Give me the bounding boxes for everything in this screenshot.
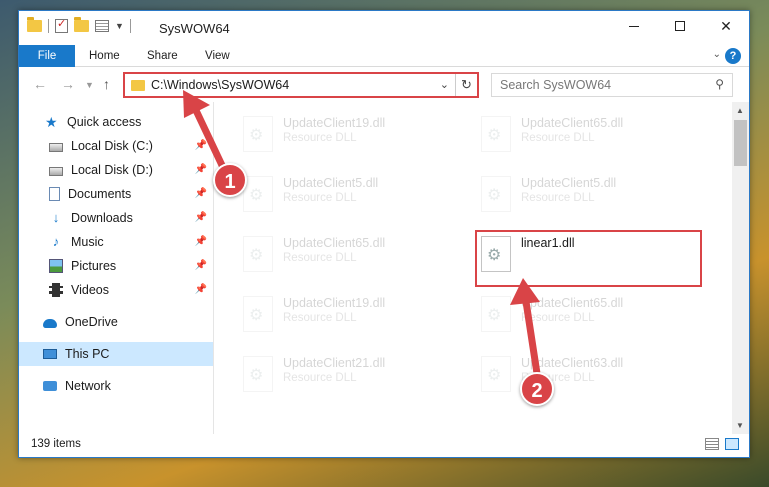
annotation-arrows — [183, 90, 542, 384]
step-1-badge: 1 — [213, 163, 247, 197]
arrow-2-shaft — [521, 291, 542, 384]
arrow-2-head — [510, 278, 540, 305]
step-2-badge: 2 — [520, 372, 554, 406]
